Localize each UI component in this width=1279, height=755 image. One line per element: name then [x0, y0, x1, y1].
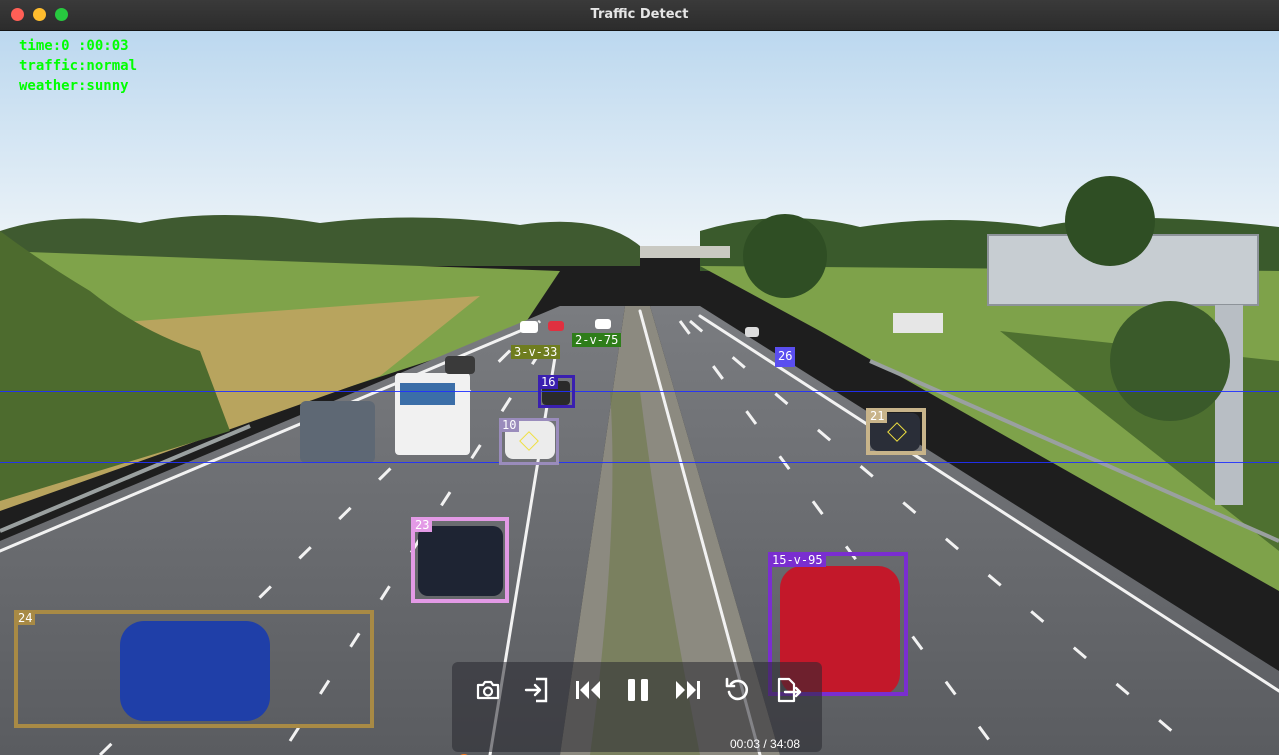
open-file-button[interactable] [522, 674, 554, 706]
detection-label: 10 [499, 418, 520, 432]
centroid-marker [519, 431, 539, 451]
export-icon [777, 677, 802, 703]
pause-icon [628, 679, 648, 701]
player-controls: 00:03 / 34:08 [452, 662, 822, 755]
next-button[interactable] [672, 674, 704, 706]
title-bar: Traffic Detect [0, 0, 1279, 31]
detection-box: 21 [866, 408, 926, 455]
app-window: Traffic Detect time:0:00:03 traffic:nor… [0, 0, 1279, 755]
pause-button[interactable] [622, 674, 654, 706]
detection-box: 16 [538, 375, 575, 408]
counting-line-lower [0, 462, 1279, 463]
detection-box: 24 [14, 610, 374, 728]
detection-label: 26 [775, 347, 796, 367]
import-icon [524, 677, 548, 703]
detection-label: 16 [538, 375, 559, 389]
screenshot-button[interactable] [472, 674, 504, 706]
overlay-weather: weather:sunny [19, 78, 129, 94]
status-overlay: time:0 :00:03 traffic:normal weather:sun… [19, 36, 137, 96]
detection-label: 15-v-95 [769, 553, 826, 567]
video-frame: time:0 :00:03 traffic:normal weather:sun… [0, 31, 1279, 755]
previous-button[interactable] [572, 674, 604, 706]
replay-icon [725, 677, 749, 701]
camera-icon [476, 680, 500, 700]
detection-box: 10 [499, 418, 559, 465]
centroid-marker [887, 422, 907, 442]
detection-box: 23 [411, 517, 509, 603]
export-button[interactable] [772, 674, 804, 706]
detection-label: 21 [867, 409, 888, 423]
overlay-traffic: traffic:normal [19, 58, 138, 74]
skip-forward-icon [676, 681, 700, 699]
skip-back-icon [576, 681, 600, 699]
replay-button[interactable] [722, 674, 754, 706]
detection-label: 3-v-33 [511, 345, 561, 359]
detection-label: 24 [15, 611, 36, 625]
counting-line-upper [0, 391, 1279, 392]
time-display: 00:03 / 34:08 [730, 737, 801, 751]
overlay-time: time:0 :00:03 [19, 38, 129, 54]
detection-label: 23 [412, 518, 433, 532]
detection-label: 2-v-75 [572, 333, 622, 347]
window-title: Traffic Detect [590, 7, 689, 22]
